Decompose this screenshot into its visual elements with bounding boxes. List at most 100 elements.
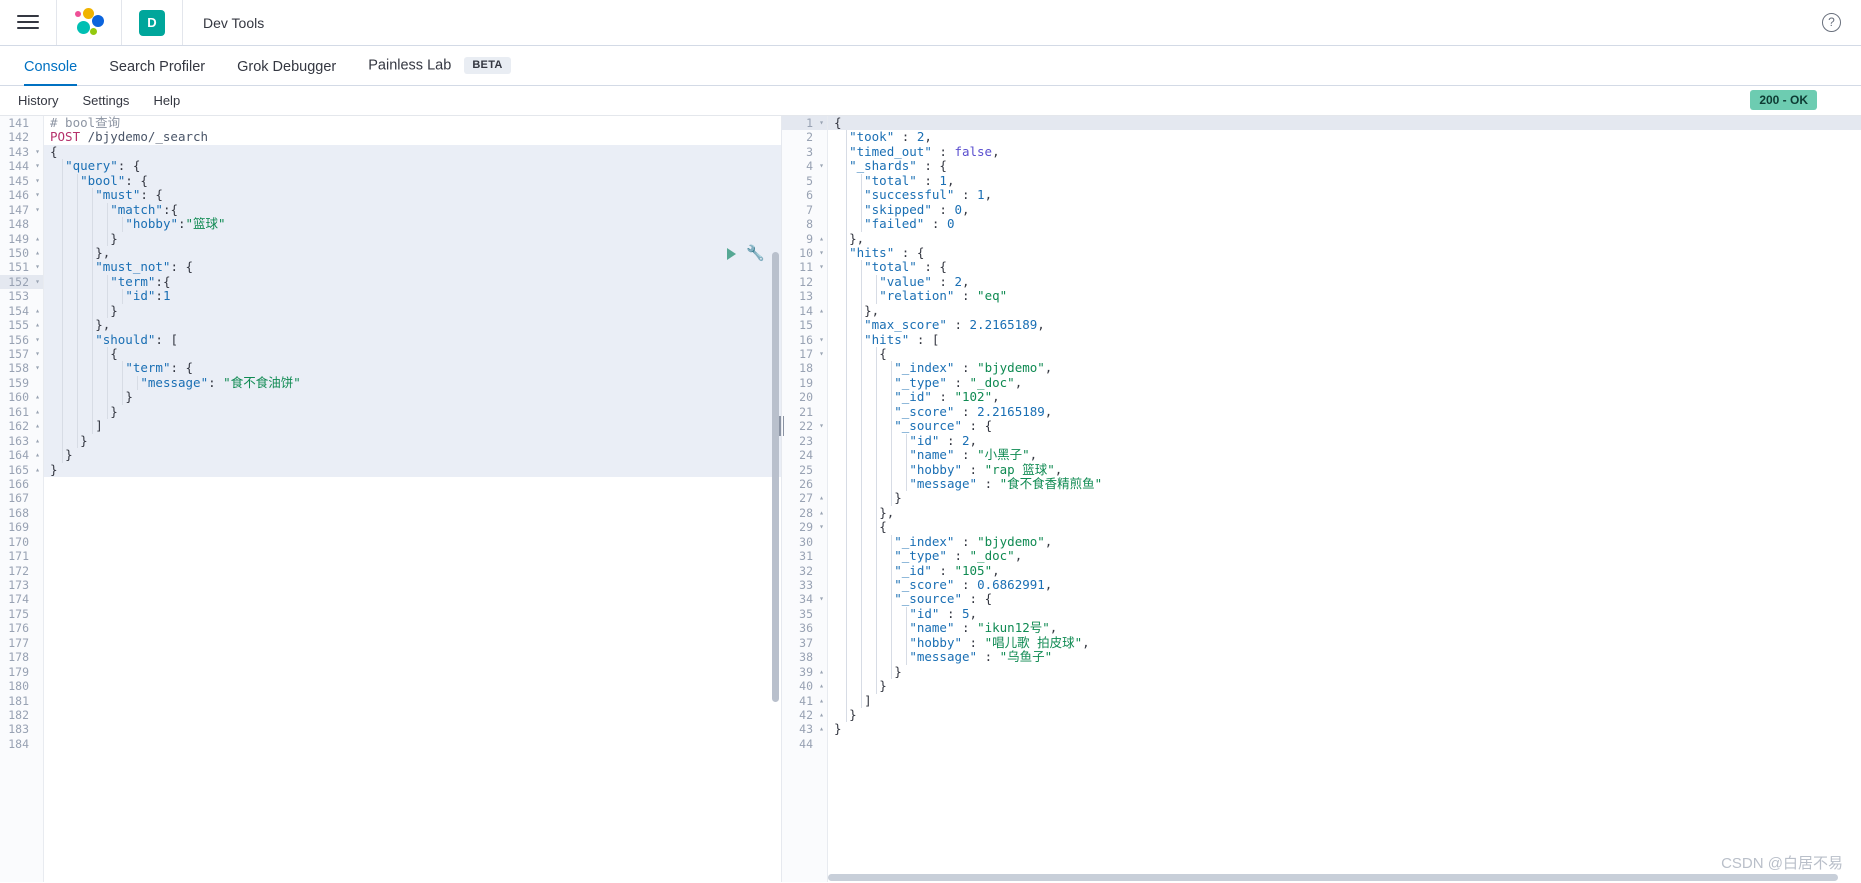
code-line[interactable] <box>44 549 781 563</box>
wrench-icon[interactable]: 🔧 <box>746 246 765 261</box>
code-line[interactable] <box>44 636 781 650</box>
subnav-item-history[interactable]: History <box>6 93 70 108</box>
fold-toggle-icon[interactable]: ▾ <box>819 419 824 433</box>
code-line[interactable]: } <box>44 433 781 449</box>
code-line[interactable]: # bool查询 <box>44 116 781 130</box>
code-line[interactable] <box>44 621 781 635</box>
code-line[interactable]: "_type" : "_doc", <box>828 375 1861 391</box>
code-line[interactable]: } <box>828 491 1861 506</box>
code-line[interactable]: "_index" : "bjydemo", <box>828 361 1861 376</box>
code-line[interactable]: "message" : "食不食香精煎鱼" <box>828 476 1861 492</box>
code-line[interactable]: "message" : "乌鱼子" <box>828 649 1861 665</box>
fold-toggle-icon[interactable]: ▾ <box>35 347 40 361</box>
fold-toggle-icon[interactable]: ▴ <box>819 304 824 318</box>
fold-toggle-icon[interactable]: ▴ <box>35 463 40 477</box>
code-line[interactable]: "_source" : { <box>828 418 1861 434</box>
fold-toggle-icon[interactable]: ▴ <box>35 318 40 332</box>
fold-toggle-icon[interactable]: ▴ <box>35 232 40 246</box>
code-line[interactable]: "hobby" : "rap 篮球", <box>828 462 1861 477</box>
code-line[interactable]: } <box>828 707 1861 723</box>
code-line[interactable]: "id":1 <box>44 289 781 304</box>
play-triangle-icon[interactable] <box>727 247 737 260</box>
code-line[interactable]: "id" : 2, <box>828 433 1861 449</box>
code-line[interactable]: "name" : "小黑子", <box>828 447 1861 463</box>
code-line[interactable]: "relation" : "eq" <box>828 289 1861 304</box>
code-line[interactable] <box>828 737 1861 751</box>
tab-grok-debugger[interactable]: Grok Debugger <box>221 59 352 86</box>
fold-toggle-icon[interactable]: ▴ <box>819 722 824 736</box>
response-code-area[interactable]: { "took" : 2, "timed_out" : false, "_sha… <box>828 116 1861 882</box>
code-line[interactable]: "max_score" : 2.2165189, <box>828 317 1861 333</box>
code-line[interactable]: } <box>828 664 1861 680</box>
code-line[interactable]: "query": { <box>44 159 781 174</box>
code-line[interactable]: } <box>44 462 781 477</box>
subnav-item-help[interactable]: Help <box>141 93 192 108</box>
code-line[interactable] <box>44 578 781 592</box>
code-line[interactable]: ] <box>44 418 781 434</box>
fold-toggle-icon[interactable]: ▾ <box>35 145 40 159</box>
fold-toggle-icon[interactable]: ▴ <box>35 419 40 433</box>
fold-toggle-icon[interactable]: ▾ <box>35 188 40 202</box>
fold-toggle-icon[interactable]: ▴ <box>35 434 40 448</box>
fold-toggle-icon[interactable]: ▾ <box>35 333 40 347</box>
code-line[interactable]: "successful" : 1, <box>828 187 1861 203</box>
code-line[interactable]: { <box>828 116 1861 130</box>
code-line[interactable]: "_index" : "bjydemo", <box>828 534 1861 550</box>
code-line[interactable]: "_id" : "102", <box>828 390 1861 405</box>
fold-toggle-icon[interactable]: ▾ <box>35 361 40 375</box>
hamburger-menu-icon[interactable] <box>17 15 39 30</box>
code-line[interactable]: }, <box>828 231 1861 246</box>
code-line[interactable]: }, <box>828 505 1861 521</box>
code-line[interactable] <box>44 564 781 578</box>
code-line[interactable]: } <box>44 390 781 405</box>
fold-toggle-icon[interactable]: ▴ <box>35 405 40 419</box>
fold-toggle-icon[interactable]: ▴ <box>819 694 824 708</box>
request-actions[interactable]: 🔧 <box>727 246 765 261</box>
code-line[interactable]: "term": { <box>44 361 781 376</box>
code-line[interactable]: }, <box>44 317 781 333</box>
code-line[interactable] <box>44 535 781 549</box>
elastic-logo-button[interactable] <box>57 0 122 45</box>
space-selector[interactable]: D <box>122 0 183 45</box>
code-line[interactable]: "hits" : [ <box>828 332 1861 347</box>
fold-toggle-icon[interactable]: ▾ <box>819 520 824 534</box>
fold-toggle-icon[interactable]: ▾ <box>35 203 40 217</box>
code-line[interactable]: } <box>828 678 1861 694</box>
code-line[interactable] <box>44 477 781 491</box>
fold-toggle-icon[interactable]: ▴ <box>819 679 824 693</box>
code-line[interactable]: "message": "食不食油饼" <box>44 375 781 391</box>
code-line[interactable] <box>44 694 781 708</box>
fold-toggle-icon[interactable]: ▾ <box>819 592 824 606</box>
code-line[interactable] <box>44 708 781 722</box>
help-menu-button[interactable]: ? <box>1802 0 1861 45</box>
code-line[interactable] <box>44 592 781 606</box>
subnav-item-settings[interactable]: Settings <box>70 93 141 108</box>
code-line[interactable] <box>44 607 781 621</box>
response-gutter[interactable]: 1 ▾ 2 3 4 ▾ 5 6 7 8 9 ▴ 10 ▾ 11 ▾ 12 13 14 ▴ 15 16 ▾ 17 ▾ 18 19 20 2… <box>782 116 828 882</box>
fold-toggle-icon[interactable]: ▴ <box>819 708 824 722</box>
fold-toggle-icon[interactable]: ▾ <box>819 260 824 274</box>
code-line[interactable]: "name" : "ikun12号", <box>828 621 1861 636</box>
code-line[interactable]: "_id" : "105", <box>828 563 1861 578</box>
code-line[interactable]: "hobby":"篮球" <box>44 216 781 232</box>
fold-toggle-icon[interactable]: ▴ <box>819 232 824 246</box>
code-line[interactable] <box>44 491 781 505</box>
code-line[interactable]: }, <box>828 303 1861 319</box>
code-line[interactable]: { <box>828 346 1861 362</box>
code-line[interactable]: "failed" : 0 <box>828 216 1861 232</box>
code-line[interactable]: "bool": { <box>44 173 781 189</box>
code-line[interactable]: "total" : 1, <box>828 173 1861 189</box>
code-line[interactable]: "total" : { <box>828 260 1861 275</box>
code-line[interactable] <box>44 679 781 693</box>
code-line[interactable] <box>44 722 781 736</box>
code-line[interactable]: { <box>44 346 781 362</box>
fold-toggle-icon[interactable]: ▴ <box>35 246 40 260</box>
code-line[interactable]: } <box>44 231 781 246</box>
code-line[interactable]: "_score" : 2.2165189, <box>828 404 1861 420</box>
fold-toggle-icon[interactable]: ▴ <box>819 506 824 520</box>
code-line[interactable]: { <box>828 520 1861 535</box>
fold-toggle-icon[interactable]: ▴ <box>819 665 824 679</box>
code-line[interactable]: } <box>44 447 781 463</box>
code-line[interactable]: POST /bjydemo/_search <box>44 130 781 144</box>
code-line[interactable]: "_source" : { <box>828 592 1861 607</box>
